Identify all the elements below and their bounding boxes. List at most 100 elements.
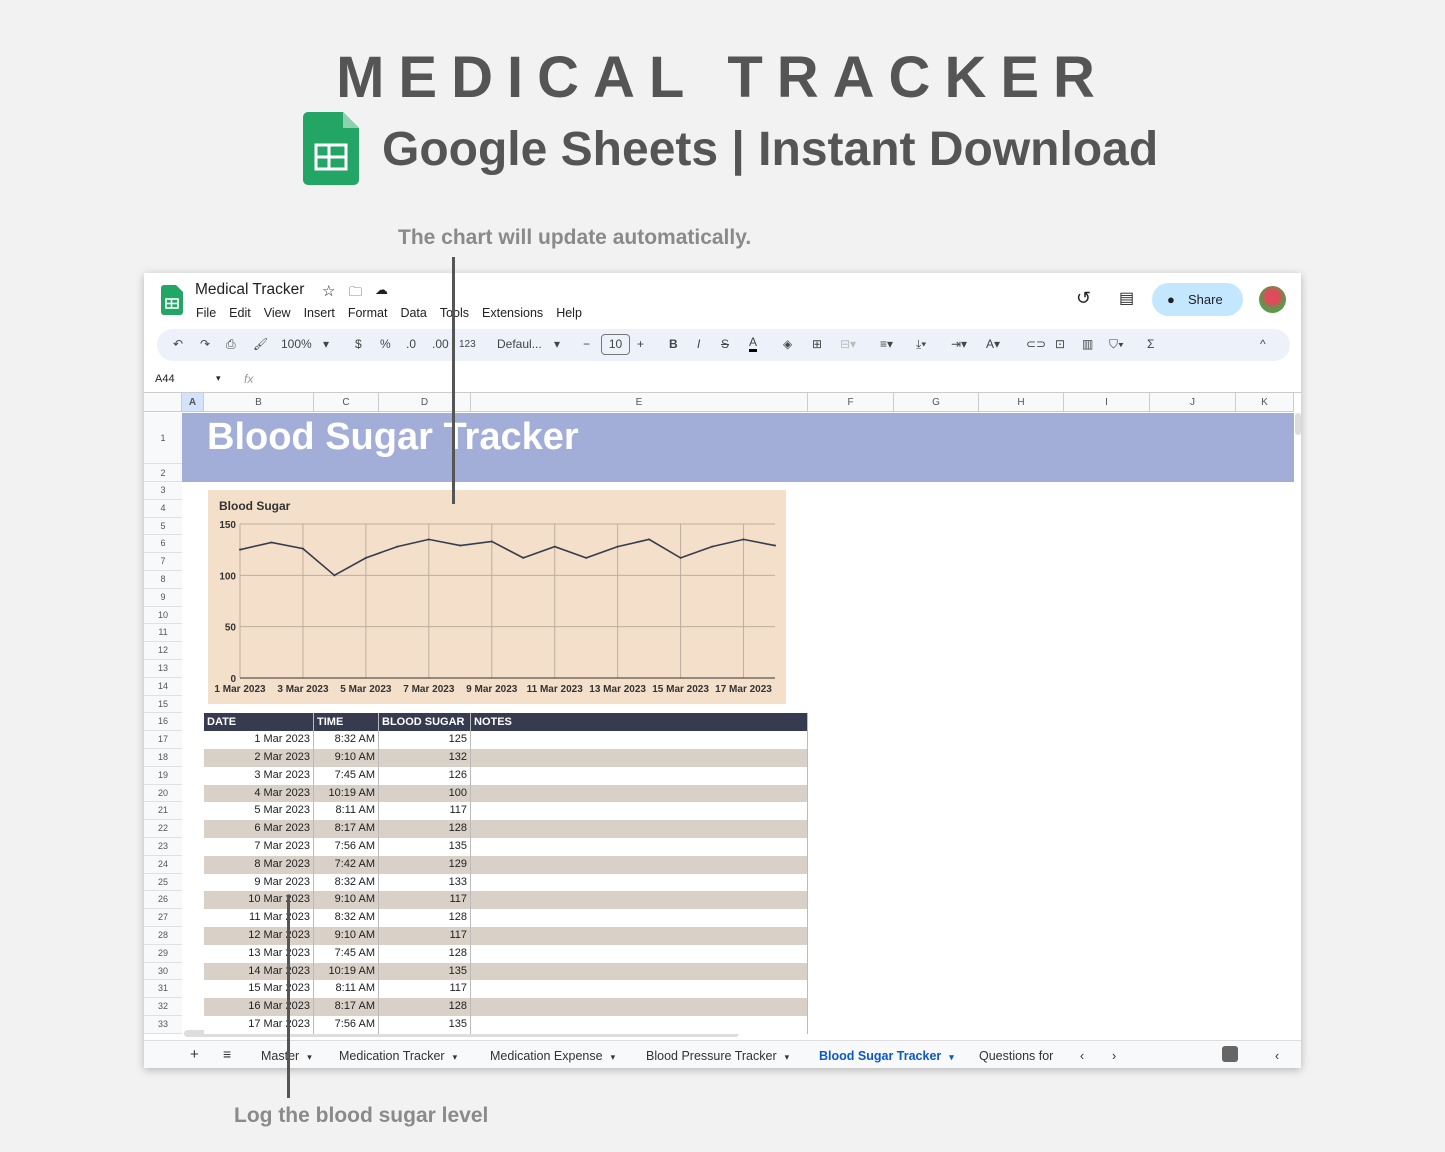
date-cell[interactable]: 8 Mar 2023 (204, 855, 314, 874)
notes-cell[interactable] (471, 944, 808, 963)
bold-button[interactable]: B (669, 337, 678, 351)
blood-sugar-cell[interactable]: 117 (379, 927, 471, 945)
name-box[interactable]: A44 (155, 373, 175, 385)
vertical-align-icon[interactable]: ⤓▾ (916, 337, 926, 352)
column-header-I[interactable]: I (1064, 393, 1150, 412)
row-header[interactable]: 31 (144, 980, 182, 999)
italic-button[interactable]: I (697, 337, 700, 351)
notes-cell[interactable] (471, 731, 808, 749)
blood-sugar-cell[interactable]: 117 (379, 891, 471, 910)
column-header-D[interactable]: D (379, 393, 471, 412)
date-cell[interactable]: 15 Mar 2023 (204, 980, 314, 999)
blood-sugar-cell[interactable]: 128 (379, 820, 471, 838)
time-cell[interactable]: 10:19 AM (314, 962, 379, 981)
notes-cell[interactable] (471, 838, 808, 856)
menu-extensions[interactable]: Extensions (482, 306, 543, 320)
font-size-input[interactable]: 10 (601, 334, 630, 355)
date-cell[interactable]: 2 Mar 2023 (204, 749, 314, 767)
column-header-A[interactable]: A (182, 393, 204, 412)
date-cell[interactable]: 14 Mar 2023 (204, 962, 314, 981)
strikethrough-icon[interactable]: S (721, 337, 729, 351)
blood-sugar-cell[interactable]: 135 (379, 1016, 471, 1034)
notes-cell[interactable] (471, 1016, 808, 1034)
link-icon[interactable]: ⊂⊃ (1026, 337, 1046, 351)
blood-sugar-cell[interactable]: 132 (379, 749, 471, 767)
column-header-J[interactable]: J (1150, 393, 1236, 412)
notes-cell[interactable] (471, 980, 808, 999)
column-header-E[interactable]: E (471, 393, 808, 412)
menu-data[interactable]: Data (400, 306, 426, 320)
version-history-icon[interactable]: ↺ (1076, 288, 1091, 309)
undo-icon[interactable]: ↶ (173, 337, 183, 351)
percent-button[interactable]: % (380, 337, 391, 351)
chevron-down-icon[interactable]: ▾ (785, 1052, 790, 1062)
insert-comment-icon[interactable]: ⊡ (1055, 337, 1065, 351)
collapse-toolbar-icon[interactable]: ^ (1260, 337, 1266, 351)
row-header[interactable]: 13 (144, 660, 182, 678)
chevron-down-icon[interactable]: ▾ (307, 1052, 312, 1062)
doc-title[interactable]: Medical Tracker (195, 281, 304, 299)
horizontal-align-icon[interactable]: ≡▾ (880, 337, 893, 351)
chevron-down-icon[interactable]: ▾ (949, 1052, 954, 1062)
select-all-corner[interactable] (144, 393, 182, 412)
row-header[interactable]: 26 (144, 891, 182, 910)
notes-cell[interactable] (471, 927, 808, 945)
fill-color-icon[interactable]: ◈ (783, 337, 792, 351)
time-cell[interactable]: 7:42 AM (314, 855, 379, 874)
time-cell[interactable]: 8:32 AM (314, 873, 379, 892)
menu-file[interactable]: File (196, 306, 216, 320)
time-cell[interactable]: 7:56 AM (314, 838, 379, 856)
time-cell[interactable]: 7:56 AM (314, 1016, 379, 1034)
row-header[interactable]: 19 (144, 766, 182, 785)
row-header[interactable]: 18 (144, 749, 182, 767)
row-header[interactable]: 12 (144, 642, 182, 660)
row-header[interactable]: 22 (144, 820, 182, 838)
time-cell[interactable]: 9:10 AM (314, 891, 379, 910)
borders-icon[interactable]: ⊞ (812, 337, 822, 351)
notes-cell[interactable] (471, 998, 808, 1016)
column-header-B[interactable]: B (204, 393, 314, 412)
time-cell[interactable]: 8:11 AM (314, 980, 379, 999)
text-rotate-icon[interactable]: A▾ (986, 337, 1000, 351)
font-select[interactable]: Defaul... (497, 337, 542, 351)
collapse-side-panel-icon[interactable]: ‹ (1275, 1049, 1279, 1063)
blood-sugar-cell[interactable]: 133 (379, 873, 471, 892)
notes-cell[interactable] (471, 891, 808, 910)
more-formats-button[interactable]: 123 (459, 339, 476, 350)
blood-sugar-cell[interactable]: 129 (379, 855, 471, 874)
row-header[interactable]: 1 (144, 413, 182, 464)
date-cell[interactable]: 1 Mar 2023 (204, 731, 314, 749)
time-cell[interactable]: 7:45 AM (314, 944, 379, 963)
filter-icon[interactable]: ⛉▾ (1109, 337, 1124, 352)
chevron-down-icon[interactable]: ▾ (216, 373, 221, 384)
time-cell[interactable]: 9:10 AM (314, 927, 379, 945)
move-folder-icon[interactable]: 🗀 (349, 283, 362, 305)
time-cell[interactable]: 8:32 AM (314, 731, 379, 749)
row-header[interactable]: 17 (144, 731, 182, 749)
sheet-tab[interactable]: Questions for (979, 1049, 1053, 1063)
row-header[interactable]: 27 (144, 909, 182, 927)
row-header[interactable]: 29 (144, 944, 182, 963)
time-cell[interactable]: 8:32 AM (314, 909, 379, 927)
row-header[interactable]: 7 (144, 553, 182, 571)
blood-sugar-cell[interactable]: 128 (379, 944, 471, 963)
chevron-down-icon[interactable]: ▾ (323, 337, 329, 351)
row-header[interactable]: 6 (144, 535, 182, 554)
blood-sugar-cell[interactable]: 117 (379, 802, 471, 821)
menu-insert[interactable]: Insert (304, 306, 335, 320)
date-cell[interactable]: 11 Mar 2023 (204, 909, 314, 927)
row-header[interactable]: 9 (144, 588, 182, 607)
avatar[interactable] (1259, 286, 1286, 313)
column-header-F[interactable]: F (808, 393, 894, 412)
blood-sugar-cell[interactable]: 135 (379, 838, 471, 856)
currency-button[interactable]: $ (355, 337, 362, 351)
menu-format[interactable]: Format (348, 306, 388, 320)
insert-chart-icon[interactable]: ▥ (1082, 337, 1093, 351)
blood-sugar-cell[interactable]: 125 (379, 731, 471, 749)
notes-cell[interactable] (471, 749, 808, 767)
blood-sugar-cell[interactable]: 117 (379, 980, 471, 999)
row-header[interactable]: 30 (144, 962, 182, 981)
date-cell[interactable]: 5 Mar 2023 (204, 802, 314, 821)
scroll-right-icon[interactable]: › (1112, 1049, 1116, 1063)
text-color-icon[interactable]: A (749, 335, 758, 352)
